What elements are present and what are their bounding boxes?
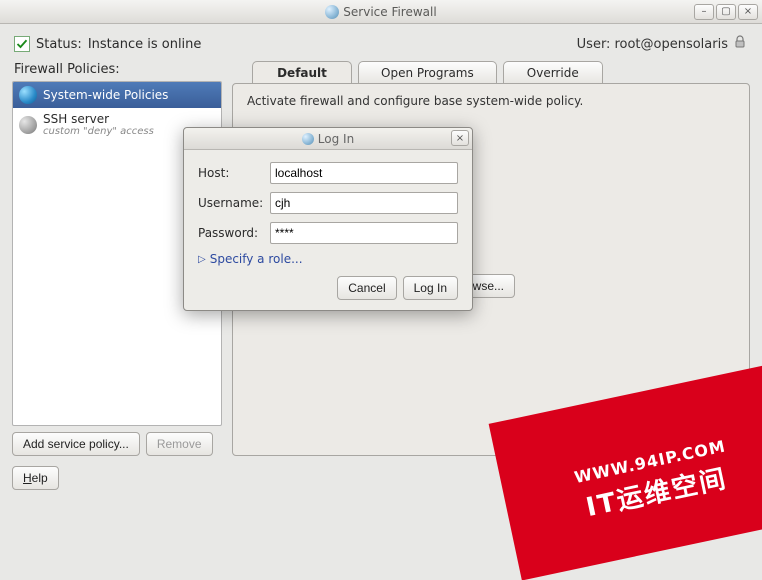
lock-icon[interactable] bbox=[732, 34, 748, 54]
remove-policy-button: Remove bbox=[146, 432, 213, 456]
tab-open-programs[interactable]: Open Programs bbox=[358, 61, 497, 84]
specify-role-expander[interactable]: ▷ Specify a role... bbox=[198, 252, 458, 266]
policy-label: System-wide Policies bbox=[43, 88, 168, 102]
username-input[interactable] bbox=[270, 192, 458, 214]
window-title: Service Firewall bbox=[343, 5, 436, 19]
dialog-icon bbox=[302, 133, 314, 145]
tab-override[interactable]: Override bbox=[503, 61, 603, 84]
dialog-title: Log In bbox=[318, 132, 354, 146]
policies-heading: Firewall Policies: bbox=[14, 62, 222, 77]
tab-default[interactable]: Default bbox=[252, 61, 352, 84]
username-label: Username: bbox=[198, 196, 270, 210]
status-label: Status: bbox=[36, 37, 82, 52]
host-input[interactable] bbox=[270, 162, 458, 184]
user-value: root@opensolaris bbox=[614, 37, 728, 52]
globe-icon bbox=[19, 86, 37, 104]
host-label: Host: bbox=[198, 166, 270, 180]
user-label: User: bbox=[577, 37, 611, 52]
specify-role-label: Specify a role... bbox=[210, 252, 303, 266]
policy-system-wide[interactable]: System-wide Policies bbox=[13, 82, 221, 108]
window-titlebar: Service Firewall – ▢ × bbox=[0, 0, 762, 24]
status-ok-icon bbox=[14, 36, 30, 52]
login-button[interactable]: Log In bbox=[403, 276, 458, 300]
dialog-titlebar: Log In × bbox=[184, 128, 472, 150]
panel-description: Activate firewall and configure base sys… bbox=[247, 94, 735, 108]
maximize-button[interactable]: ▢ bbox=[716, 4, 736, 20]
password-label: Password: bbox=[198, 226, 270, 240]
status-text: Instance is online bbox=[88, 37, 202, 52]
status-bar: Status: Instance is online User: root@op… bbox=[0, 24, 762, 60]
dialog-close-button[interactable]: × bbox=[451, 130, 469, 146]
policy-label: SSH server bbox=[43, 112, 154, 126]
login-dialog: Log In × Host: Username: Password: ▷ Spe… bbox=[183, 127, 473, 311]
minimize-button[interactable]: – bbox=[694, 4, 714, 20]
tab-bar: Default Open Programs Override bbox=[232, 60, 750, 83]
help-button[interactable]: Help bbox=[12, 466, 59, 490]
triangle-right-icon: ▷ bbox=[198, 254, 206, 265]
password-input[interactable] bbox=[270, 222, 458, 244]
close-button[interactable]: × bbox=[738, 4, 758, 20]
cancel-button[interactable]: Cancel bbox=[337, 276, 396, 300]
app-icon bbox=[325, 5, 339, 19]
policy-sublabel: custom "deny" access bbox=[43, 126, 154, 137]
add-service-policy-button[interactable]: Add service policy... bbox=[12, 432, 140, 456]
gear-icon bbox=[19, 116, 37, 134]
